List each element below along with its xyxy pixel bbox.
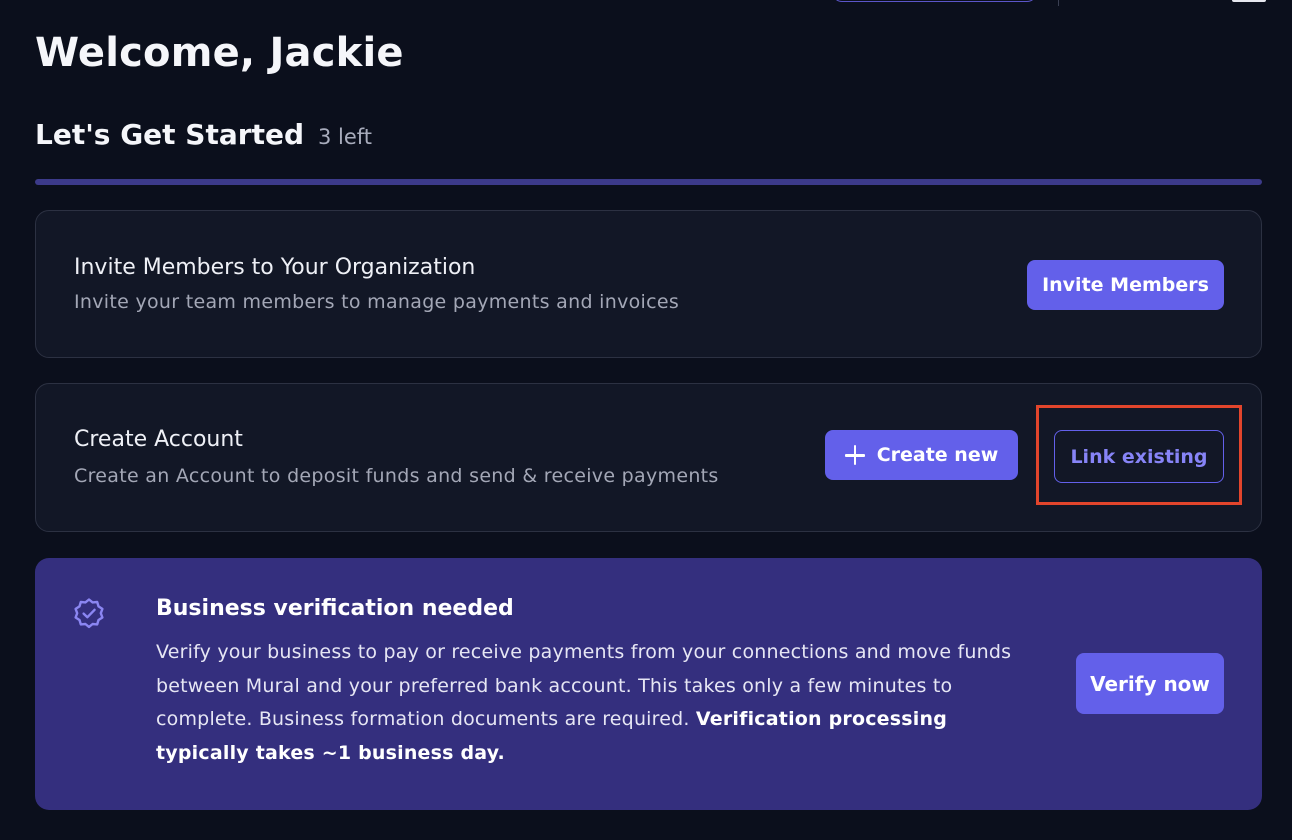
verify-now-button[interactable]: Verify now — [1076, 653, 1224, 714]
account-card-description: Create an Account to deposit funds and s… — [74, 465, 719, 487]
invite-card-description: Invite your team members to manage payme… — [74, 291, 680, 313]
top-nav-divider — [1058, 0, 1059, 6]
verification-description: Verify your business to pay or receive p… — [156, 636, 1036, 770]
getting-started-header: Let's Get Started 3 left — [35, 118, 372, 151]
onboarding-progress-fill — [35, 179, 1262, 185]
plus-icon — [844, 445, 865, 465]
invite-card-title: Invite Members to Your Organization — [74, 255, 476, 280]
section-title: Let's Get Started — [35, 118, 304, 151]
badge-check-icon — [74, 598, 104, 629]
top-nav-avatar-fragment[interactable] — [1232, 0, 1266, 2]
invite-members-card: Invite Members to Your Organization Invi… — [35, 210, 1262, 358]
business-verification-banner: Business verification needed Verify your… — [35, 558, 1262, 810]
account-card-title: Create Account — [74, 427, 243, 452]
remaining-count: 3 left — [317, 125, 373, 149]
invite-members-button[interactable]: Invite Members — [1027, 260, 1224, 310]
link-existing-button[interactable]: Link existing — [1054, 430, 1224, 483]
create-new-label: Create new — [876, 444, 999, 466]
page-title: Welcome, Jackie — [35, 30, 404, 76]
create-account-card: Create Account Create an Account to depo… — [35, 383, 1262, 532]
create-new-button[interactable]: Create new — [825, 430, 1018, 480]
verification-title: Business verification needed — [156, 596, 514, 621]
top-nav-button-fragment[interactable] — [832, 0, 1037, 2]
onboarding-progress-bar — [35, 179, 1262, 185]
